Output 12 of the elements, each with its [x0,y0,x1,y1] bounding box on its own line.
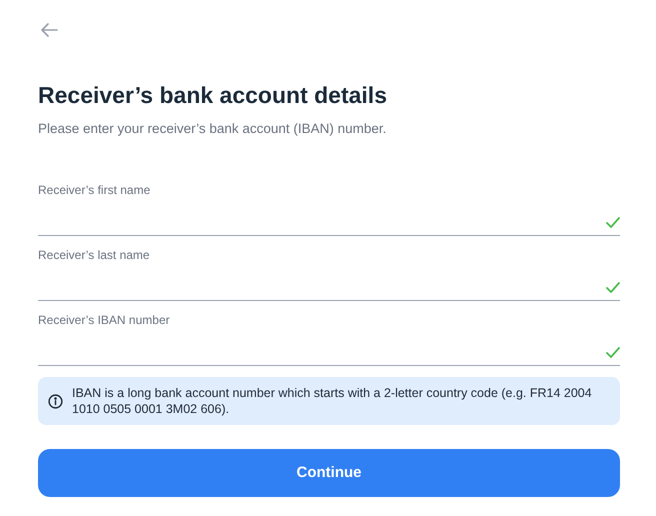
text-field[interactable]: Receiver’s first name [38,182,620,236]
back-arrow-icon [40,22,58,38]
page-subtitle: Please enter your receiver’s bank account (IBAN) number. [38,120,388,138]
text-field[interactable]: Receiver’s last name [38,247,620,301]
info-icon [48,394,63,409]
field-label: Receiver’s IBAN number [38,312,170,328]
continue-button[interactable]: Continue [38,449,620,497]
text-field[interactable]: Receiver’s IBAN number [38,312,620,366]
field-label: Receiver’s last name [38,247,150,263]
info-text: IBAN is a long bank account number which starts with a 2-letter country code (e.g. FR14 2004 1010 0505 0001 3M02 606). [72,385,593,417]
field-label: Receiver’s first name [38,182,150,198]
page-title: Receiver’s bank account details [38,81,388,110]
